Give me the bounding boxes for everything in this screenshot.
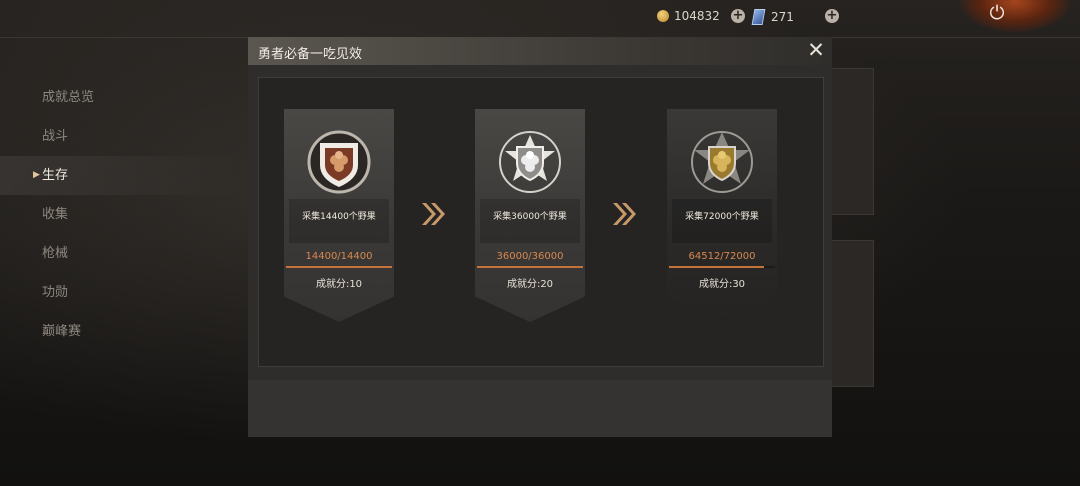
menu-item-label: 枪械 <box>42 246 69 261</box>
tier-progress-fill <box>286 266 392 268</box>
tier-progress-bar <box>286 266 392 268</box>
tier-progress-fill <box>669 266 764 268</box>
power-icon[interactable]: ⏻ <box>986 2 1008 24</box>
close-icon[interactable]: ✕ <box>805 39 827 61</box>
tier-progress-text: 14400/14400 <box>305 251 373 262</box>
tier-progress-fill <box>477 266 583 268</box>
menu-item-label: 巅峰赛 <box>42 324 82 339</box>
tier-description: 采集14400个野果 <box>302 212 376 222</box>
tier-progress-bar <box>477 266 583 268</box>
menu-item-label: 生存 <box>42 168 69 183</box>
menu-item-label: 成就总览 <box>42 90 95 105</box>
power-glow <box>960 0 1070 32</box>
menu-item-combat[interactable]: 战斗 <box>0 117 240 156</box>
add-coins-button[interactable]: + <box>731 9 745 23</box>
menu-item-label: 战斗 <box>42 129 69 144</box>
chevron-right-icon <box>613 203 636 225</box>
menu-item-merits[interactable]: 功勋 <box>0 273 240 312</box>
modal-header: 勇者必备一吃见效 ✕ <box>248 37 832 65</box>
menu-item-overview[interactable]: 成就总览 <box>0 78 240 117</box>
selected-arrow-icon: ▶ <box>33 170 40 180</box>
modal-footer <box>248 380 832 437</box>
modal-title: 勇者必备一吃见效 <box>258 47 363 62</box>
menu-item-survival[interactable]: ▶ 生存 <box>0 156 240 195</box>
coin-balance: 104832 <box>657 9 720 23</box>
top-bar: 104832 + 271 + ⏻ <box>0 0 1080 38</box>
coin-icon <box>657 10 669 22</box>
tier-progress-bar <box>669 266 775 268</box>
tier-progress-text: 64512/72000 <box>688 251 756 262</box>
tier-card-silver: 采集36000个野果 36000/36000 成就分:20 <box>475 109 585 322</box>
tier-points: 成就分:20 <box>506 279 554 290</box>
gem-icon <box>751 9 766 25</box>
tier-description: 采集36000个野果 <box>493 212 567 222</box>
achievement-detail-modal: 勇者必备一吃见效 ✕ 采集14400个野果 14400/14400 成就分:10 <box>248 37 832 437</box>
add-gems-button[interactable]: + <box>825 9 839 23</box>
tier-description: 采集72000个野果 <box>685 212 759 222</box>
menu-item-peak-match[interactable]: 巅峰赛 <box>0 312 240 351</box>
chevron-right-icon <box>422 203 445 225</box>
gem-balance: 271 <box>751 9 794 25</box>
menu-item-collection[interactable]: 收集 <box>0 195 240 234</box>
tier-points: 成就分:10 <box>315 279 363 290</box>
bronze-medal-icon <box>307 130 371 194</box>
silver-medal-icon <box>499 131 561 193</box>
coin-amount: 104832 <box>674 9 720 23</box>
tier-panel: 采集14400个野果 14400/14400 成就分:10 采集36000个野果… <box>258 77 824 367</box>
gem-amount: 271 <box>771 10 794 24</box>
menu-item-label: 收集 <box>42 207 69 222</box>
achievement-category-menu: 成就总览 战斗 ▶ 生存 收集 枪械 功勋 巅峰赛 <box>0 78 240 351</box>
tier-card-gold: 采集72000个野果 64512/72000 成就分:30 <box>667 109 777 322</box>
tier-progress-text: 36000/36000 <box>496 251 564 262</box>
tier-card-bronze: 采集14400个野果 14400/14400 成就分:10 <box>284 109 394 322</box>
tier-points: 成就分:30 <box>698 279 746 290</box>
menu-item-firearms[interactable]: 枪械 <box>0 234 240 273</box>
gold-medal-icon <box>691 131 753 193</box>
menu-item-label: 功勋 <box>42 285 69 300</box>
